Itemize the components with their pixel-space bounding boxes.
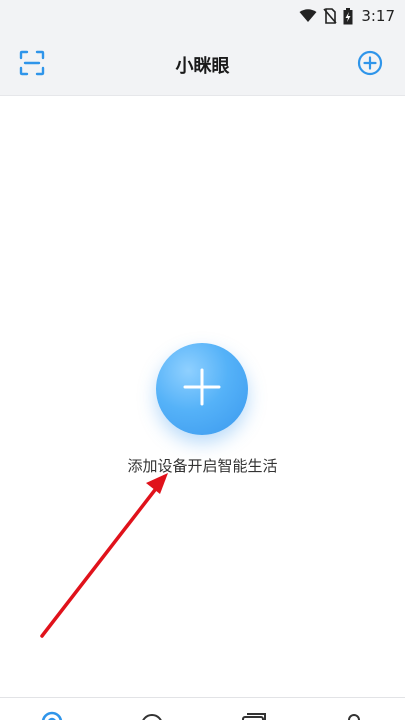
top-navigation-bar: 小眯眼 <box>0 32 405 96</box>
add-device-header-button[interactable] <box>357 50 383 80</box>
wifi-icon <box>299 9 317 23</box>
tab-discover[interactable] <box>138 711 166 720</box>
page-title: 小眯眼 <box>175 56 230 77</box>
tab-home[interactable] <box>38 711 66 720</box>
tab-album[interactable] <box>240 711 268 720</box>
app-screen: 3:17 小眯眼 添加设备开启智能生活 <box>0 0 405 720</box>
add-circle-icon <box>357 50 383 80</box>
bottom-tab-bar <box>0 697 405 720</box>
battery-charging-icon <box>343 7 353 25</box>
device-list-empty-state: 添加设备开启智能生活 <box>0 97 405 697</box>
no-sim-icon <box>323 8 337 24</box>
status-time: 3:17 <box>361 7 395 25</box>
status-bar: 3:17 <box>0 0 405 32</box>
tab-profile[interactable] <box>340 711 368 720</box>
annotation-arrow <box>40 473 168 638</box>
